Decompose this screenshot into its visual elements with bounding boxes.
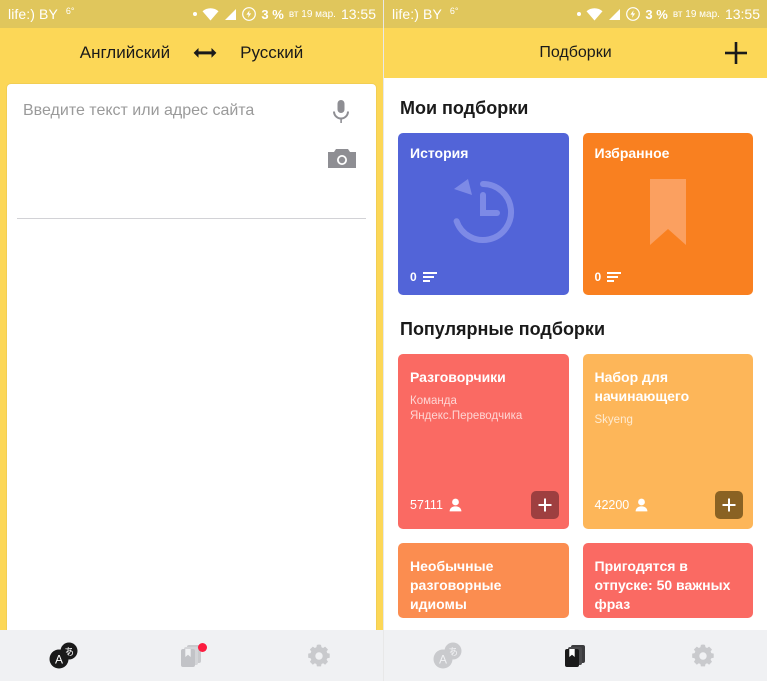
list-lines-icon [422, 272, 437, 282]
nav-item-settings-left[interactable] [255, 630, 383, 681]
collection-count-row: 0 [595, 270, 623, 284]
date-label: вт 19 мар. [288, 8, 336, 20]
input-divider [17, 218, 366, 219]
nav-item-settings-right[interactable] [639, 630, 767, 681]
subscribe-button[interactable] [530, 491, 559, 519]
subscriber-count: 57111 [410, 498, 443, 512]
target-language-label[interactable]: Русский [240, 43, 303, 63]
source-language-label[interactable]: Английский [80, 43, 170, 63]
svg-text:A: A [55, 652, 63, 666]
signal-icon [225, 8, 237, 20]
collection-card-history[interactable]: История 0 [398, 133, 569, 295]
dot-icon [577, 12, 582, 16]
popular-card-nabor-dlya-nachinayushchego[interactable]: Набор для начинающего Skyeng 42200 [582, 354, 753, 529]
my-collections-title: Мои подборки [400, 98, 529, 118]
collection-card-favorites[interactable]: Избранное 0 [582, 133, 754, 295]
battery-charging-icon [242, 7, 257, 21]
gear-icon[interactable] [690, 643, 716, 669]
translate-icon[interactable]: あ A [47, 641, 81, 671]
bottom-nav-right: あ A [384, 630, 767, 681]
person-icon [635, 498, 648, 512]
nav-item-translate-right[interactable]: あ A [384, 630, 512, 681]
battery-percent-label: 3 % [261, 6, 284, 22]
bottom-nav-left: あ A [0, 630, 383, 681]
carrier-label: life:) BY [8, 6, 58, 22]
subscriber-count-row: 42200 [595, 498, 649, 512]
popular-card-footer: 42200 [595, 491, 743, 519]
app-bar-right: Подборки [384, 28, 767, 78]
popular-card-footer: 57111 [410, 491, 559, 519]
subscriber-count-row: 57111 [410, 498, 462, 512]
carrier-label: life:) BY [392, 6, 442, 22]
person-icon [449, 498, 462, 512]
plus-icon[interactable] [721, 38, 751, 68]
subscribe-button[interactable] [715, 491, 743, 519]
collection-count: 0 [410, 270, 417, 284]
popular-card-prigodyatsya-v-otpuske[interactable]: Пригодятся в отпуске: 50 важных фраз [582, 543, 753, 618]
popular-card-title: Набор для начинающего [594, 369, 690, 404]
popular-card-razgovorchiki[interactable]: Разговорчики Команда Яндекс.Переводчика … [398, 354, 569, 529]
dual-screenshot-container: life:) BY 6° 3 % вт 19 мар. 13:55 Англий… [0, 0, 767, 681]
plus-icon[interactable] [721, 497, 737, 513]
page-title: Подборки [539, 44, 612, 61]
nav-item-translate-left[interactable]: あ A [0, 630, 128, 681]
wifi-icon [586, 7, 603, 20]
popular-card-title: Разговорчики [410, 369, 506, 385]
clock-label: 13:55 [340, 6, 376, 22]
app-bar-left: Английский Русский [0, 28, 383, 78]
translation-input-card[interactable]: Введите текст или адрес сайта [7, 84, 376, 681]
battery-percent-label: 3 % [645, 6, 668, 22]
temperature-label: 6° [65, 6, 75, 16]
list-lines-icon [607, 272, 622, 282]
my-collections-grid: История 0 Избранное 0 [398, 133, 753, 295]
left-screen-translator: life:) BY 6° 3 % вт 19 мар. 13:55 Англий… [0, 0, 384, 681]
add-collection-button[interactable] [721, 38, 751, 68]
history-clock-icon [398, 175, 569, 249]
source-text-input[interactable]: Введите текст или адрес сайта [23, 102, 254, 120]
status-icons-group: 3 % вт 19 мар. 13:55 [577, 6, 760, 22]
signal-icon [609, 8, 621, 20]
language-selector[interactable]: Английский Русский [80, 43, 303, 63]
date-label: вт 19 мар. [672, 8, 720, 20]
wifi-icon [202, 7, 219, 20]
dot-icon [193, 12, 198, 16]
popular-collections-grid: Разговорчики Команда Яндекс.Переводчика … [398, 354, 753, 618]
popular-card-author: Skyeng [594, 413, 633, 426]
clock-label: 13:55 [724, 6, 760, 22]
collections-body: Мои подборки История 0 Избранное 0 Попул… [384, 78, 767, 681]
right-screen-collections: life:) BY 6° 3 % вт 19 мар. 13:55 Подбор… [384, 0, 767, 681]
popular-card-neobychnye-idiomy[interactable]: Необычные разговорные идиомы [398, 543, 569, 618]
notification-badge-dot [198, 643, 207, 652]
popular-card-title: Необычные разговорные идиомы [410, 558, 502, 612]
status-icons-group: 3 % вт 19 мар. 13:55 [193, 6, 376, 22]
collection-title: История [410, 145, 469, 161]
bookmark-icon [583, 175, 754, 249]
popular-collections-title: Популярные подборки [400, 319, 606, 339]
gear-icon[interactable] [306, 643, 332, 669]
camera-icon[interactable] [327, 146, 357, 172]
status-bar-left: life:) BY 6° 3 % вт 19 мар. 13:55 [0, 0, 383, 28]
nav-item-collections-left[interactable] [128, 630, 256, 681]
plus-icon[interactable] [537, 497, 553, 513]
nav-item-collections-right[interactable] [512, 630, 640, 681]
popular-card-title: Пригодятся в отпуске: 50 важных фраз [594, 558, 731, 612]
microphone-icon[interactable] [328, 98, 354, 128]
status-bar-right: life:) BY 6° 3 % вт 19 мар. 13:55 [384, 0, 767, 28]
battery-charging-icon [626, 7, 641, 21]
temperature-label: 6° [449, 6, 459, 16]
svg-text:A: A [439, 652, 447, 666]
collection-title: Избранное [594, 145, 670, 161]
popular-card-author: Команда Яндекс.Переводчика [410, 394, 523, 423]
subscriber-count: 42200 [594, 498, 630, 512]
collection-count-row: 0 [410, 270, 438, 284]
swap-horizontal-icon[interactable] [192, 46, 218, 60]
collections-cards-icon[interactable] [562, 642, 590, 670]
translator-body: Введите текст или адрес сайта [0, 78, 383, 681]
collection-count: 0 [594, 270, 602, 284]
translate-icon[interactable]: あ A [431, 641, 465, 671]
